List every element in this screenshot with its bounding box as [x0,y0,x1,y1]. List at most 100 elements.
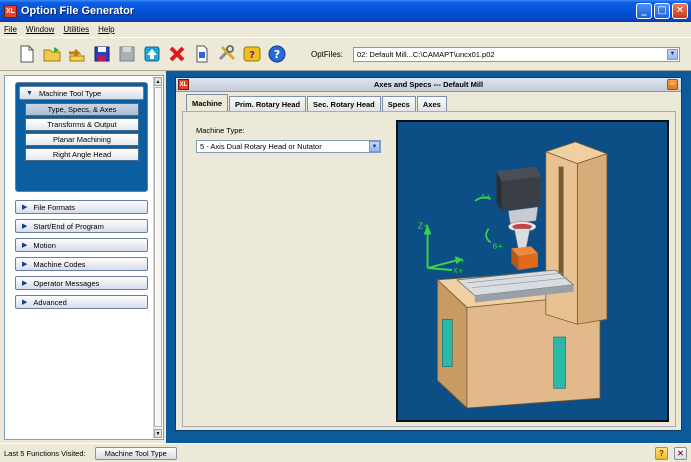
nav-section-machine-codes[interactable]: ▶ Machine Codes [15,257,148,271]
help-wizard-button[interactable]: ? [241,43,263,65]
inner-minimize-button[interactable]: – [667,79,678,90]
nav-section-advanced[interactable]: ▶ Advanced [15,295,148,309]
tab-prim-rotary-head[interactable]: Prim. Rotary Head [229,96,307,111]
nav-section-label: Machine Codes [33,259,86,269]
machine-tab-panel: Machine Type: 5 - Axis Dual Rotary Head … [182,111,676,427]
navigation-panel: ▼ Machine Tool Type Type, Specs, & Axes … [4,75,164,440]
open-folder-icon [43,47,61,62]
triangle-right-icon: ▶ [22,242,28,249]
nav-section-machine-tool-type[interactable]: ▼ Machine Tool Type [19,86,144,100]
y-axis-label: Y+ [454,257,465,265]
document-button[interactable] [191,43,213,65]
nav-scrollbar[interactable]: ▲ ▼ [153,77,162,438]
triangle-right-icon: ▶ [22,223,28,230]
triangle-right-icon: ▶ [22,261,28,268]
save-all-button [116,43,138,65]
menu-file[interactable]: File [4,25,17,34]
scroll-down-icon[interactable]: ▼ [154,429,162,438]
help-wizard-icon: ? [243,46,261,62]
title-bar: XL Option File Generator _ □ ✕ [0,0,691,22]
a-axis-label: A+ [481,193,492,201]
workspace: XL Axes and Specs --- Default Mill – Mac… [166,71,691,443]
b-axis-label: B+ [493,242,504,250]
x-axis-label: X+ [453,267,464,275]
new-file-button[interactable] [16,43,38,65]
machine-type-dropdown[interactable]: 5 - Axis Dual Rotary Head or Nutator ▼ [196,140,381,153]
triangle-right-icon: ▶ [22,299,28,306]
five-axis-machine-image: Z+ Y+ X+ A+ B+ [418,141,609,409]
upload-icon [144,46,160,62]
save-button[interactable] [91,43,113,65]
nav-section-motion[interactable]: ▶ Motion [15,238,148,252]
close-button[interactable]: ✕ [672,3,688,19]
chevron-down-icon[interactable]: ▼ [667,48,679,60]
triangle-right-icon: ▶ [22,204,28,211]
document-icon [196,45,208,63]
chevron-down-icon[interactable]: ▼ [369,141,380,152]
menu-utilities[interactable]: Utilities [63,25,89,34]
nav-subitem-planar-machining[interactable]: Planar Machining [25,133,139,146]
nav-section-label: Motion [33,240,56,250]
scroll-up-icon[interactable]: ▲ [154,77,162,86]
minimize-button[interactable]: _ [636,3,652,19]
tab-bar: Machine Prim. Rotary Head Sec. Rotary He… [186,94,448,111]
axes-specs-window: XL Axes and Specs --- Default Mill – Mac… [175,77,682,431]
window-title: Option File Generator [21,5,135,17]
nav-section-file-formats[interactable]: ▶ File Formats [15,200,148,214]
z-axis-label: Z+ [418,222,430,231]
nav-section-start-end-program[interactable]: ▶ Start/End of Program [15,219,148,233]
app-icon: XL [4,4,17,18]
menu-window[interactable]: Window [26,25,54,34]
menu-help[interactable]: Help [98,25,114,34]
optfiles-dropdown[interactable]: 02: Default Mill...C:\CAMAPT\uncx01.p02 … [353,46,681,62]
tab-specs[interactable]: Specs [381,96,416,111]
recent-function-button[interactable]: Machine Tool Type [94,446,177,460]
nav-subitem-type-specs-axes[interactable]: Type, Specs, & Axes [25,103,139,116]
nav-section-label: Advanced [33,297,67,307]
scroll-thumb[interactable] [154,87,162,427]
close-icon[interactable]: ✕ [674,447,687,460]
nav-section-operator-messages[interactable]: ▶ Operator Messages [15,276,148,290]
svg-text:?: ? [249,50,255,61]
status-bar: Last 5 Functions Visited: Machine Tool T… [0,443,691,462]
window-controls: _ □ ✕ [636,3,688,19]
tab-axes[interactable]: Axes [416,96,447,111]
save-disabled-icon [119,46,135,62]
undo-button[interactable] [66,43,88,65]
nav-section-label: File Formats [33,202,76,212]
maximize-button[interactable]: □ [654,3,670,19]
optfiles-value: 02: Default Mill...C:\CAMAPT\uncx01.p02 [357,49,495,59]
machine-type-label: Machine Type: [196,126,245,135]
new-file-icon [20,45,34,63]
nav-subitem-transforms-output[interactable]: Transforms & Output [25,118,139,131]
nav-expanded-section: ▼ Machine Tool Type Type, Specs, & Axes … [15,82,148,192]
save-icon [94,46,110,62]
delete-icon [169,46,185,62]
delete-button[interactable] [166,43,188,65]
triangle-right-icon: ▶ [22,280,28,287]
optfiles-label: OptFiles: [311,49,344,59]
help-icon[interactable]: ? [655,447,668,460]
upload-button[interactable] [141,43,163,65]
nav-section-label: Start/End of Program [33,221,104,231]
undo-icon [69,48,85,62]
machine-type-value: 5 - Axis Dual Rotary Head or Nutator [200,142,322,151]
tab-sec-rotary-head[interactable]: Sec. Rotary Head [307,96,381,111]
tools-icon [218,45,236,61]
tools-button[interactable] [216,43,238,65]
help-button[interactable]: ? [266,43,288,65]
machine-illustration: Z+ Y+ X+ A+ B+ [396,120,669,422]
inner-window-title: Axes and Specs --- Default Mill [373,80,484,89]
inner-app-icon: XL [178,79,189,90]
nav-section-label: Machine Tool Type [38,88,102,98]
inner-window-titlebar: XL Axes and Specs --- Default Mill – [176,78,681,92]
svg-text:?: ? [274,48,280,61]
recent-functions-label: Last 5 Functions Visited: [4,448,86,458]
toolbar: ? ? OptFiles: 02: Default Mill...C:\CAMA… [0,37,691,71]
status-actions: ? ✕ [655,447,687,460]
menu-bar: File Window Utilities Help [0,22,691,37]
help-icon: ? [268,45,286,63]
open-button[interactable] [41,43,63,65]
tab-machine[interactable]: Machine [186,94,229,111]
nav-subitem-right-angle-head[interactable]: Right Angle Head [25,148,139,161]
